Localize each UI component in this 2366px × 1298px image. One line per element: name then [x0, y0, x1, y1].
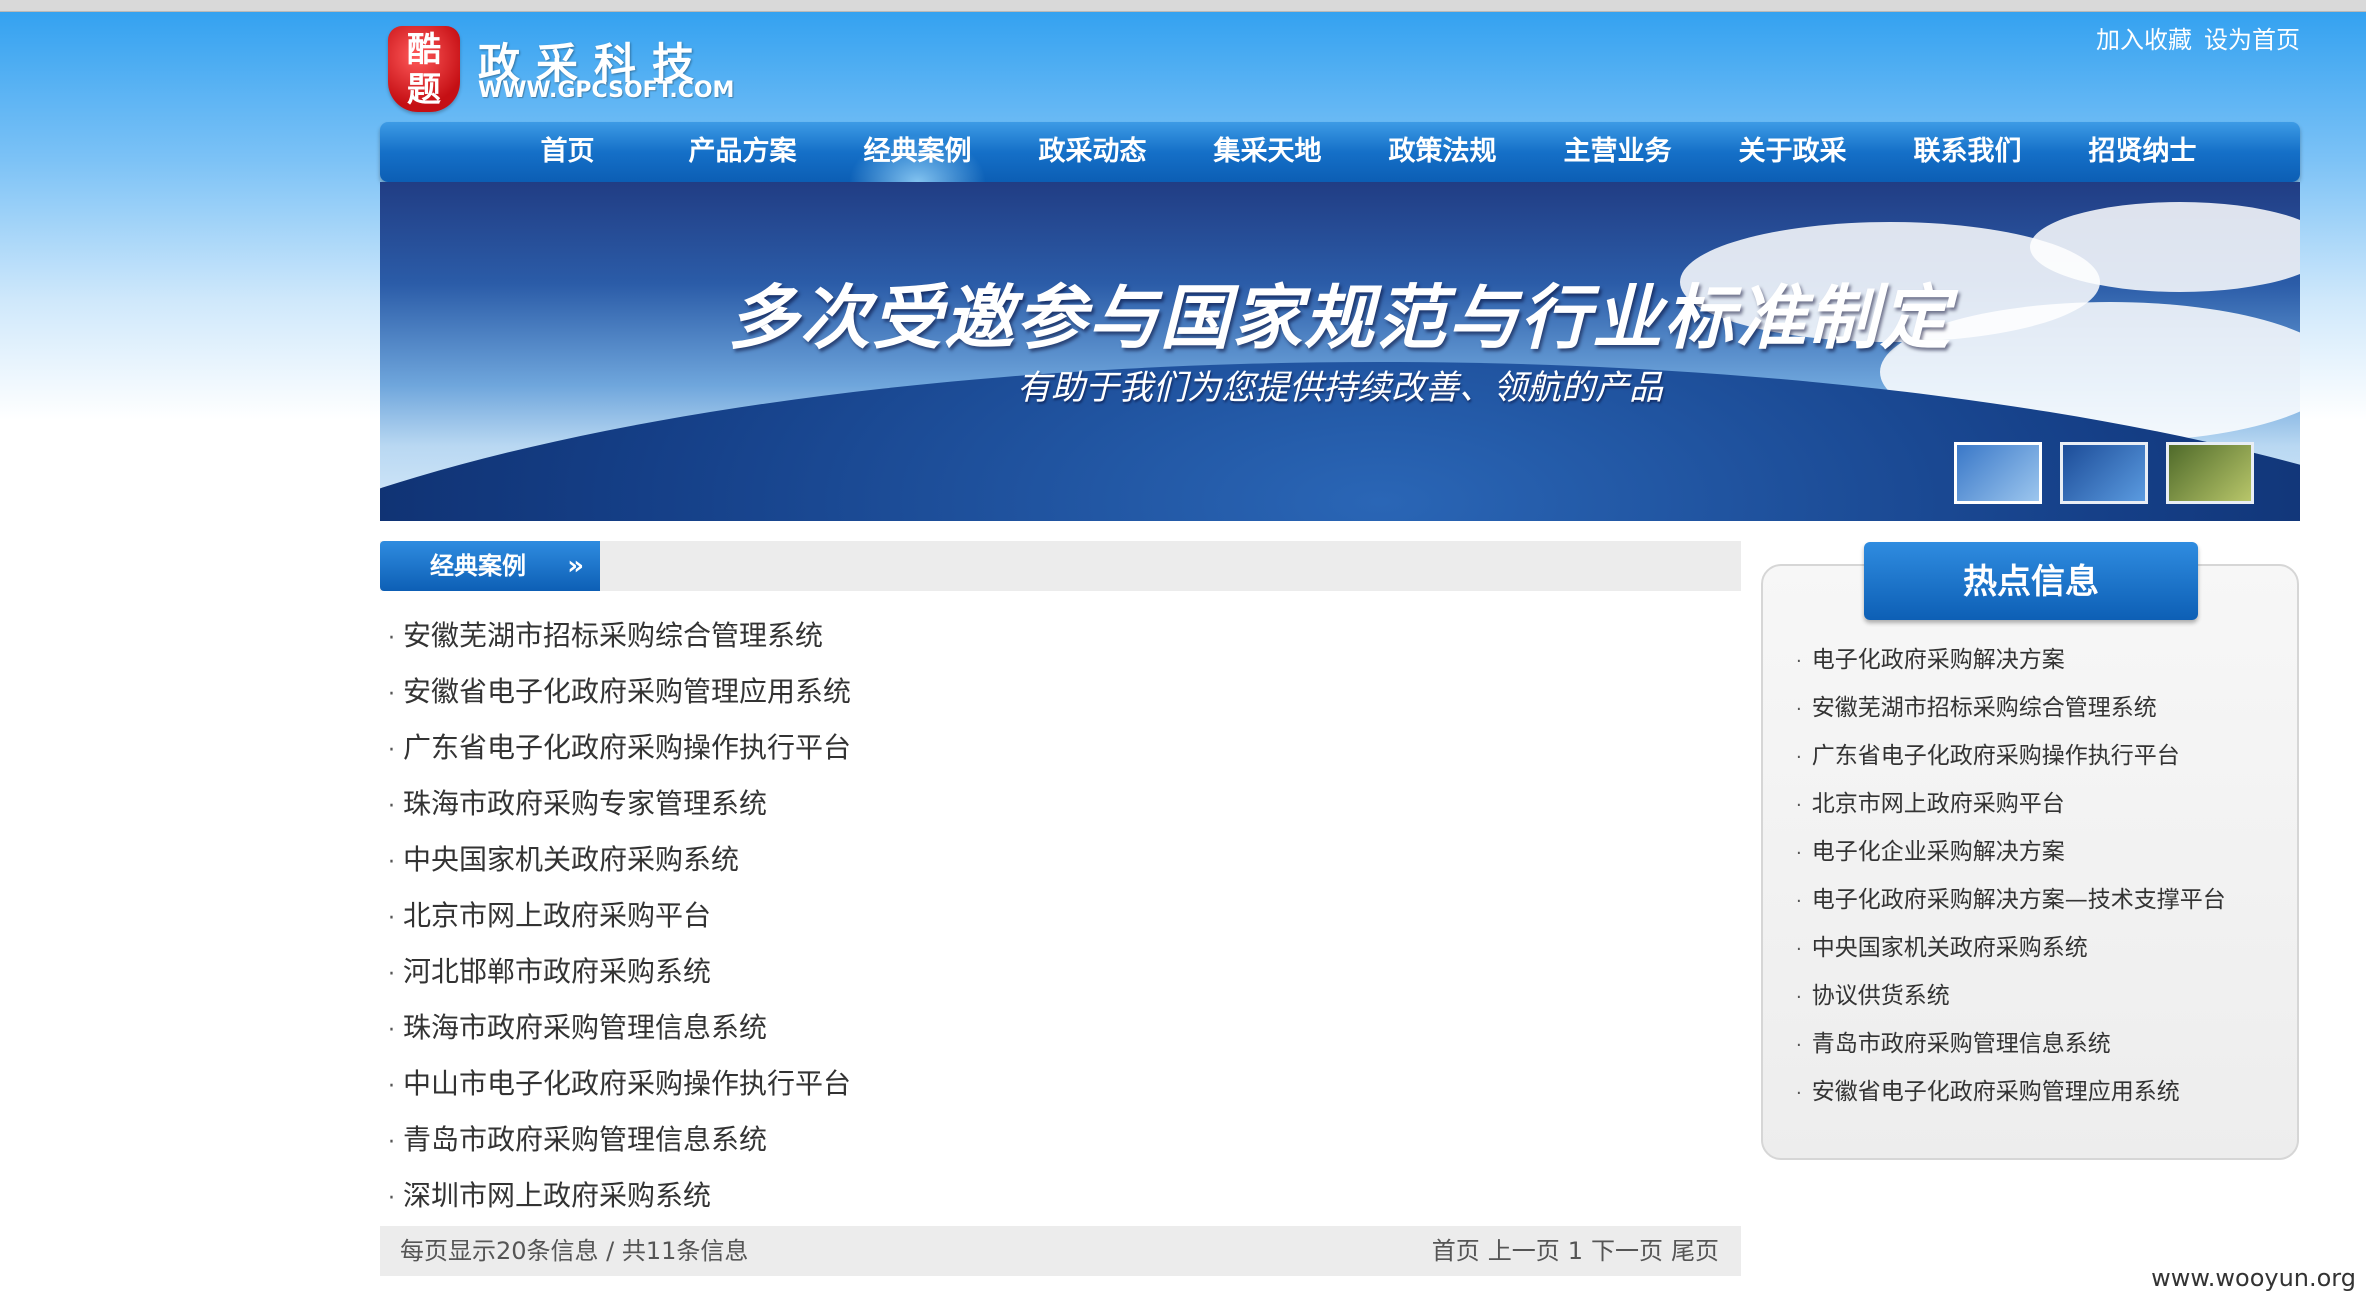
list-item[interactable]: · 安徽芜湖市招标采购综合管理系统 — [1796, 684, 2226, 732]
list-item[interactable]: · 广东省电子化政府采购操作执行平台 — [1796, 732, 2226, 780]
banner-thumbnails — [1954, 442, 2254, 504]
list-item[interactable]: · 北京市网上政府采购平台 — [388, 888, 851, 944]
section-tab-label: 经典案例 — [430, 552, 526, 580]
section-tab-cases[interactable]: 经典案例 » — [380, 541, 600, 591]
list-item[interactable]: · 中央国家机关政府采购系统 — [388, 832, 851, 888]
list-item[interactable]: · 广东省电子化政府采购操作执行平台 — [388, 720, 851, 776]
list-item[interactable]: · 深圳市网上政府采购系统 — [388, 1168, 851, 1224]
pagination-info: 每页显示20条信息 / 共11条信息 — [400, 1237, 749, 1265]
list-item[interactable]: · 河北邯郸市政府采购系统 — [388, 944, 851, 1000]
list-item[interactable]: · 北京市网上政府采购平台 — [1796, 780, 2226, 828]
section-header: 经典案例 » — [380, 541, 1741, 591]
nav-item-procurement[interactable]: 集采天地 — [1180, 122, 1355, 182]
nav-item-products[interactable]: 产品方案 — [655, 122, 830, 182]
browser-top-strip — [0, 0, 2366, 12]
list-item[interactable]: · 电子化政府采购解决方案 — [1796, 636, 2226, 684]
list-item[interactable]: · 电子化政府采购解决方案—技术支撑平台 — [1796, 876, 2226, 924]
last-page-link[interactable]: 尾页 — [1671, 1226, 1719, 1276]
nav-item-home[interactable]: 首页 — [480, 122, 655, 182]
main-nav: 首页 产品方案 经典案例 政采动态 集采天地 政策法规 主营业务 关于政采 联系… — [380, 122, 2300, 182]
nav-item-contact[interactable]: 联系我们 — [1880, 122, 2055, 182]
nav-item-about[interactable]: 关于政采 — [1705, 122, 1880, 182]
logo-url: WWW.GPCSOFT.COM — [478, 78, 735, 103]
banner-subtitle: 有助于我们为您提供持续改善、领航的产品 — [1017, 368, 1663, 408]
first-page-link[interactable]: 首页 — [1432, 1226, 1480, 1276]
list-item[interactable]: · 中央国家机关政府采购系统 — [1796, 924, 2226, 972]
set-homepage-link[interactable]: 设为首页 — [2204, 20, 2300, 55]
banner-thumbnail[interactable] — [2166, 442, 2254, 504]
banner-thumbnail[interactable] — [2060, 442, 2148, 504]
banner: 多次受邀参与国家规范与行业标准制定 有助于我们为您提供持续改善、领航的产品 — [380, 182, 2300, 521]
list-item[interactable]: · 安徽芜湖市招标采购综合管理系统 — [388, 608, 851, 664]
watermark: www.wooyun.org — [2151, 1264, 2356, 1292]
hot-info-list: · 电子化政府采购解决方案 · 安徽芜湖市招标采购综合管理系统 · 广东省电子化政府采… — [1796, 636, 2226, 1116]
list-item[interactable]: · 珠海市政府采购专家管理系统 — [388, 776, 851, 832]
banner-title: 多次受邀参与国家规范与行业标准制定 — [728, 277, 1952, 359]
nav-item-business[interactable]: 主营业务 — [1530, 122, 1705, 182]
list-item[interactable]: · 中山市电子化政府采购操作执行平台 — [388, 1056, 851, 1112]
list-item[interactable]: · 安徽省电子化政府采购管理应用系统 — [1796, 1068, 2226, 1116]
top-links: 加入收藏 设为首页 — [2096, 20, 2300, 55]
banner-thumbnail[interactable] — [1954, 442, 2042, 504]
list-item[interactable]: · 珠海市政府采购管理信息系统 — [388, 1000, 851, 1056]
case-list: · 安徽芜湖市招标采购综合管理系统 · 安徽省电子化政府采购管理应用系统 · 广东省电… — [388, 608, 851, 1224]
add-favorite-link[interactable]: 加入收藏 — [2096, 20, 2192, 55]
list-item[interactable]: · 电子化企业采购解决方案 — [1796, 828, 2226, 876]
nav-item-policy[interactable]: 政策法规 — [1355, 122, 1530, 182]
list-item[interactable]: · 协议供货系统 — [1796, 972, 2226, 1020]
list-item[interactable]: · 青岛市政府采购管理信息系统 — [1796, 1020, 2226, 1068]
nav-item-cases[interactable]: 经典案例 — [830, 122, 1005, 182]
list-item[interactable]: · 青岛市政府采购管理信息系统 — [388, 1112, 851, 1168]
nav-item-news[interactable]: 政采动态 — [1005, 122, 1180, 182]
list-item[interactable]: · 安徽省电子化政府采购管理应用系统 — [388, 664, 851, 720]
current-page-number: 1 — [1567, 1237, 1583, 1265]
pagination-bar: 每页显示20条信息 / 共11条信息 首页 上一页 1 下一页 尾页 — [380, 1226, 1741, 1276]
prev-page-link[interactable]: 上一页 — [1488, 1226, 1560, 1276]
pagination-links: 首页 上一页 1 下一页 尾页 — [1432, 1226, 1719, 1276]
nav-item-jobs[interactable]: 招贤纳士 — [2055, 122, 2230, 182]
site-logo[interactable]: 酷题 政采科技 WWW.GPCSOFT.COM — [388, 22, 734, 114]
logo-seal-icon: 酷题 — [388, 26, 460, 112]
next-page-link[interactable]: 下一页 — [1591, 1226, 1663, 1276]
double-chevron-icon: » — [567, 551, 584, 581]
hot-info-title: 热点信息 — [1864, 542, 2198, 620]
